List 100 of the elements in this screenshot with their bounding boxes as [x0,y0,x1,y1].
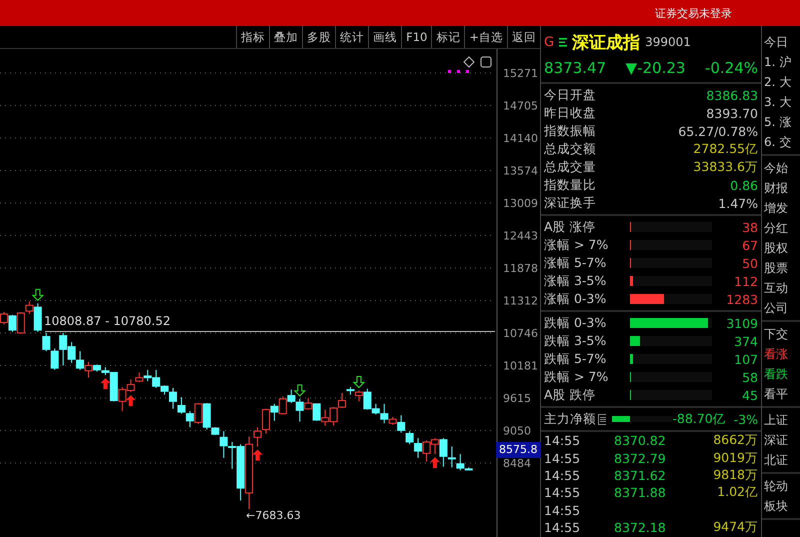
side-menu-item[interactable]: 看平 [762,384,800,404]
tick-price: 8371.62 [614,468,667,483]
menu-icon[interactable] [559,38,568,46]
stat-value: 1.47% [718,196,758,210]
down-arrow-icon [352,376,366,388]
stat-label: 深证换手 [544,194,596,212]
side-menu-item[interactable]: 互动 [762,278,800,298]
breadth-count: 67 [742,238,758,252]
side-menu-item[interactable]: 北证 [762,450,800,470]
up-arrow-icon [430,457,440,468]
side-menu-item[interactable]: 股票 [762,258,800,278]
tick-time: 14:55 [544,468,582,483]
tick-price: 8372.18 [614,520,667,536]
breadth-label: 涨幅 3-5% [544,272,608,290]
up-arrow-icon [252,450,262,461]
side-menu-item[interactable]: 深证 [762,430,800,450]
candle [135,372,144,382]
candle [177,396,186,414]
index-name: 深证成指 [572,32,640,54]
side-menu-item[interactable]: 6. 交 [762,132,800,152]
breadth-count: 374 [734,334,758,348]
breadth-count: 107 [734,352,758,366]
tick-price: 8371.88 [614,485,667,500]
candle [8,314,16,332]
side-menu-item[interactable]: 1. 沪 [762,52,800,72]
diamond-icon[interactable] [463,56,475,68]
marker-label: G [544,34,554,50]
side-menu-item[interactable]: 看跌 [762,364,800,384]
side-menu-item[interactable]: 增发 [762,198,800,218]
side-menu-item[interactable]: 2. 大 [762,72,800,92]
side-menu-item[interactable]: 分红 [762,218,800,238]
stat-value: 8393.70 [706,106,758,120]
breadth-label: 涨幅 0-3% [544,290,608,308]
axis-tick-label: 8484 [503,457,531,470]
side-menu-item[interactable]: 板块 [762,496,800,516]
tick-volume: 8662万 [712,432,758,450]
tick-volume: 9019万 [712,450,758,467]
tick-time: 14:55 [544,450,582,466]
candle [278,396,287,415]
candle [321,409,330,426]
stat-value: 8386.83 [706,88,758,102]
breadth-label: 跌幅 0-3% [544,314,608,332]
breadth-count: 1283 [726,292,758,306]
stat-value: 65.27/0.78% [678,124,758,138]
tick-time: 14:55 [544,485,582,500]
side-menu-item[interactable]: 财报 [762,178,800,198]
side-menu-item[interactable]: 今日 [762,32,800,52]
stat-label: 昨日收盘 [544,104,596,122]
candle [448,446,456,468]
axis-tick-label: 10746 [503,327,538,340]
side-menu-item[interactable]: 今始 [762,158,800,178]
up-arrow-icon [100,378,110,390]
down-arrow-icon [294,384,306,397]
stat-label: 指数量比 [544,176,596,194]
side-menu-item[interactable]: 公司 [762,298,800,318]
candle [312,403,321,422]
stat-label: 总成交量 [544,158,596,176]
breadth-label: 涨幅 > 7% [544,236,610,254]
low-price-label: ←7683.63 [246,509,301,522]
panel-toggle-icon[interactable] [480,56,492,68]
login-status: 证券交易未登录 [655,6,732,20]
side-menu-item[interactable]: 下交 [762,324,800,344]
tick-time: 14:55 [544,520,582,536]
side-menu-item[interactable]: 5. 涨 [762,112,800,132]
price-change: ▼-20.23 [626,59,686,77]
stat-label: 指数振幅 [544,122,596,140]
tick-volume: 9474万 [712,519,758,536]
breadth-count: 38 [742,220,758,234]
axis-tick-label: 11312 [503,294,538,308]
candle [262,408,270,434]
down-arrow-icon [32,288,44,302]
side-menu-item[interactable]: 股权 [762,238,800,258]
breadth-label: 跌幅 5-7% [544,350,608,368]
breadth-label: 跌幅 > 7% [544,368,610,386]
breadth-count: 50 [742,256,758,270]
stat-value: 33833.6万 [693,158,758,176]
flow-label: 主力净额 [544,410,596,428]
breadth-count: 45 [742,388,758,402]
tick-price: 8370.82 [614,433,667,448]
axis-tick-label: 11878 [503,262,538,275]
tick-time: 14:55 [544,433,582,448]
axis-tick-label: 9050 [503,424,531,438]
side-menu-item[interactable]: 看涨 [762,344,800,364]
breadth-count: 112 [734,274,758,288]
breadth-count: 3109 [726,316,758,330]
axis-tick-label: 14705 [503,100,538,113]
breadth-label: A股 涨停 [544,218,597,236]
side-menu-item[interactable]: 轮动 [762,476,800,496]
axis-tick-label: 12443 [503,230,538,243]
axis-tick-label: 10181 [503,360,538,372]
stat-value: 2782.55亿 [693,140,758,158]
flow-percent: -3% [734,412,758,426]
side-menu-item[interactable]: 上证 [762,410,800,430]
axis-tick-label: 15271 [503,67,538,80]
breadth-label: A股 跌停 [544,386,597,404]
side-menu-item[interactable]: 3. 大 [762,92,800,112]
axis-tick-label: 14140 [503,132,538,145]
change-percent: -0.24% [704,59,758,77]
stat-value: 0.86 [730,178,758,192]
list-icon[interactable] [598,414,606,424]
